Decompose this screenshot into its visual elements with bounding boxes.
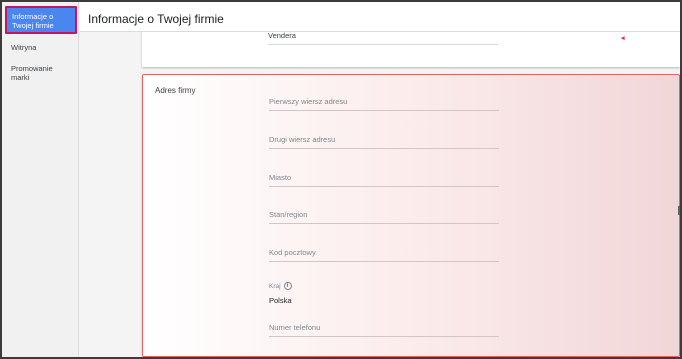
postal-code-field[interactable]: Kod pocztowy xyxy=(269,248,499,262)
country-value: Polska xyxy=(269,296,292,305)
address-line1-underline xyxy=(269,110,499,111)
city-underline xyxy=(269,186,499,187)
address-section-label: Adres firmy xyxy=(155,86,196,95)
sidebar: Informacje o Twojej firmie Witryna Promo… xyxy=(2,2,79,357)
sidebar-item-website[interactable]: Witryna xyxy=(2,43,40,52)
phone-field[interactable]: Numer telefonu xyxy=(269,323,499,337)
sidebar-item-business-info[interactable]: Informacje o Twojej firmie xyxy=(5,6,77,34)
country-label: Kraj xyxy=(269,283,281,290)
info-icon[interactable]: i xyxy=(283,282,292,290)
sidebar-item-brand-promotion[interactable]: Promowanie marki xyxy=(2,64,72,82)
address-line1-field[interactable]: Pierwszy wiersz adresu xyxy=(269,97,499,111)
state-underline xyxy=(269,223,499,224)
error-marker-icon: ◂ xyxy=(621,35,625,42)
state-placeholder: Stan/region xyxy=(269,210,308,219)
address-line1-placeholder: Pierwszy wiersz adresu xyxy=(269,97,348,106)
address-line2-field[interactable]: Drugi wiersz adresu xyxy=(269,135,499,149)
page-header: Informacje o Twojej firmie xyxy=(80,2,680,32)
page-title: Informacje o Twojej firmie xyxy=(88,12,224,26)
phone-placeholder: Numer telefonu xyxy=(269,323,321,332)
postal-code-placeholder: Kod pocztowy xyxy=(269,248,316,257)
scrollbar-handle[interactable] xyxy=(678,206,680,215)
app-frame: Informacje o Twojej firmie Witryna Promo… xyxy=(0,0,682,359)
postal-code-underline xyxy=(269,261,499,262)
address-line2-underline xyxy=(269,148,499,149)
phone-underline xyxy=(269,336,499,337)
business-name-underline xyxy=(268,44,498,45)
state-field[interactable]: Stan/region xyxy=(269,210,499,224)
country-select[interactable]: Kraj i Polska xyxy=(269,275,499,305)
city-placeholder: Miasto xyxy=(269,173,292,182)
city-field[interactable]: Miasto xyxy=(269,173,499,187)
address-card: Adres firmy Pierwszy wiersz adresu Drugi… xyxy=(142,74,680,357)
address-line2-placeholder: Drugi wiersz adresu xyxy=(269,135,336,144)
business-name-value[interactable]: Vendera xyxy=(268,31,296,40)
